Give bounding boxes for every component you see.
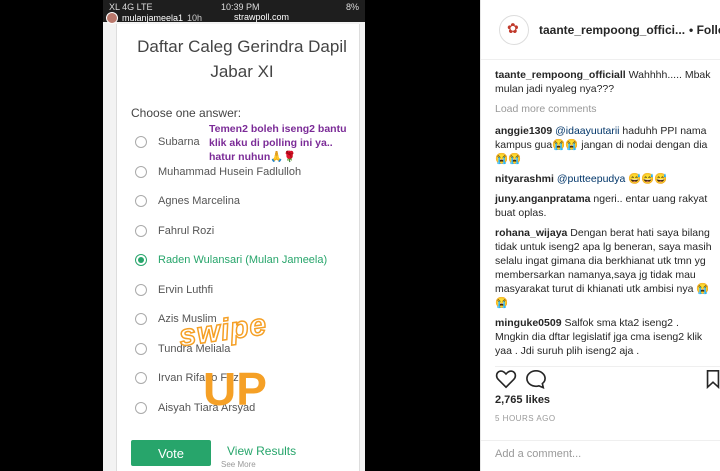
comment-item: minguke0509 Salfok sma kta2 iseng2 . Mng… (495, 316, 713, 358)
battery-label: 8% (345, 2, 359, 12)
story-username[interactable]: mulanjameela1 (122, 13, 183, 23)
caption-username[interactable]: taante_rempoong_officiall (495, 69, 626, 81)
radio-button[interactable] (135, 313, 147, 325)
comment-username[interactable]: rohana_wijaya (495, 227, 567, 239)
poll-title: Daftar Caleg Gerindra Dapil Jabar XI (137, 37, 347, 81)
poll-option[interactable]: Raden Wulansari (Mulan Jameela) (135, 250, 327, 270)
poll-option-label: Agnes Marcelina (158, 195, 240, 207)
carrier-label: XL 4G LTE (109, 2, 153, 12)
poll-option[interactable]: Subarna (135, 132, 200, 152)
comment-username[interactable]: nityarashmi (495, 173, 554, 185)
comments-list: taante_rempoong_officiall Wahhhh..... Mb… (495, 68, 713, 364)
radio-button[interactable] (135, 195, 147, 207)
load-more-comments-link[interactable]: Load more comments (495, 102, 713, 116)
story-age: 10h (187, 13, 203, 23)
poll-option-label: Ervin Luthfi (158, 283, 214, 296)
radio-button[interactable] (135, 136, 147, 148)
radio-button[interactable] (135, 283, 147, 296)
comment-text: 😅😅😅 (628, 173, 668, 185)
up-sticker[interactable]: UP (203, 362, 267, 416)
post-header: taante_rempoong_offici... • Following (481, 0, 720, 60)
clock-label: 10:39 PM (221, 2, 260, 12)
choose-label: Choose one answer: (131, 106, 242, 120)
radio-button[interactable] (135, 342, 147, 355)
radio-button[interactable] (135, 254, 147, 266)
bookmark-icon[interactable] (705, 369, 720, 389)
story-url: strawpoll.com (234, 12, 290, 22)
radio-button[interactable] (135, 165, 147, 178)
add-comment-input[interactable]: Add a comment... (481, 440, 720, 471)
poll-option-label: Muhammad Husein Fadlulloh (158, 165, 302, 178)
heart-icon[interactable] (495, 369, 517, 389)
see-more-link[interactable]: See More (221, 460, 256, 469)
poll-option-label: Fahrul Rozi (158, 224, 215, 237)
comment-mention[interactable]: @putteepudya (557, 173, 625, 185)
poll-option[interactable]: Ervin Luthfi (135, 280, 213, 300)
text-sticker: Temen2 boleh iseng2 bantu klik aku di po… (209, 122, 359, 164)
poll-option-label: Subarna (158, 136, 200, 148)
avatar[interactable] (106, 12, 118, 24)
radio-button[interactable] (135, 401, 147, 414)
caption: taante_rempoong_officiall Wahhhh..... Mb… (495, 68, 713, 96)
radio-button[interactable] (135, 224, 147, 237)
poll-option-label: Raden Wulansari (Mulan Jameela) (158, 254, 328, 266)
post-username[interactable]: taante_rempoong_offici... (539, 23, 685, 37)
comment-text: Dengan berat hati saya bilang tidak untu… (495, 227, 712, 309)
following-button[interactable]: • Following (689, 23, 720, 37)
avatar[interactable] (499, 14, 529, 45)
comment-username[interactable]: anggie1309 (495, 125, 552, 137)
comment-item: nityarashmi @putteepudya 😅😅😅 (495, 172, 713, 186)
comment-mention[interactable]: @idaayuutarii (555, 125, 619, 137)
poll-card: Daftar Caleg Gerindra Dapil Jabar XI Cho… (116, 24, 360, 471)
view-results-link[interactable]: View Results (227, 444, 296, 458)
poll-option[interactable]: Muhammad Husein Fadlulloh (135, 162, 301, 182)
action-bar (495, 366, 720, 390)
poll-option[interactable]: Agnes Marcelina (135, 191, 240, 211)
likes-count[interactable]: 2,765 likes (495, 394, 550, 406)
comment-icon[interactable] (525, 369, 547, 389)
poll-option[interactable]: Fahrul Rozi (135, 221, 214, 241)
instagram-post-panel: taante_rempoong_offici... • Following ta… (480, 0, 720, 471)
story-screenshot: XL 4G LTE 10:39 PM 8% mulanjameela1 10h … (0, 0, 480, 471)
post-timestamp: 5 HOURS AGO (495, 414, 556, 423)
story-user[interactable]: mulanjameela1 10h (106, 12, 202, 24)
comment-username[interactable]: juny.anganpratama (495, 193, 591, 205)
comment-item: juny.anganpratama ngeri.. entar uang rak… (495, 192, 713, 220)
comment-item: rohana_wijaya Dengan berat hati saya bil… (495, 226, 713, 310)
radio-button[interactable] (135, 372, 147, 384)
comment-username[interactable]: minguke0509 (495, 317, 562, 329)
vote-button[interactable]: Vote (131, 440, 211, 466)
comment-item: anggie1309 @idaayuutarii haduhh PPI nama… (495, 124, 713, 166)
